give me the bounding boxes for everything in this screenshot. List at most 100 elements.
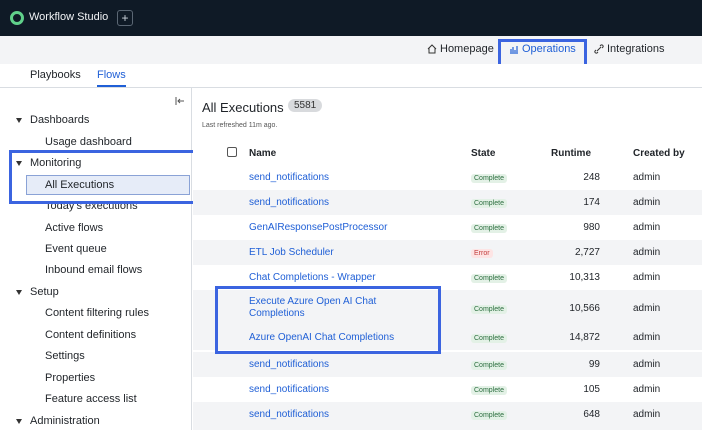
sidebar-item-usage-dashboard[interactable]: Usage dashboard	[45, 136, 132, 148]
count-badge: 5581	[288, 99, 323, 112]
nav-integrations-label: Integrations	[607, 43, 665, 55]
row-runtime: 10,566	[569, 303, 600, 314]
last-refreshed-text: Last refreshed 11m ago.	[202, 122, 278, 129]
nav-operations[interactable]: Operations	[509, 43, 576, 55]
select-all-checkbox[interactable]	[227, 147, 237, 157]
table-row[interactable]: ETL Job Scheduler Error 2,727 admin	[193, 240, 702, 265]
row-name-link[interactable]: Azure OpenAI Chat Completions	[249, 332, 394, 344]
sidebar-item-event-queue[interactable]: Event queue	[45, 243, 107, 255]
main-nav: Homepage Operations Integrations	[0, 36, 702, 64]
column-header-created-by[interactable]: Created by	[633, 148, 685, 159]
table-row[interactable]: send_notifications Complete 99 admin	[193, 352, 702, 377]
sidebar-item-active-flows[interactable]: Active flows	[45, 222, 103, 234]
row-created-by: admin	[633, 172, 661, 183]
status-badge: Complete	[471, 174, 507, 183]
row-name-link[interactable]: send_notifications	[249, 409, 329, 421]
row-created-by: admin	[633, 409, 661, 420]
tab-playbooks[interactable]: Playbooks	[30, 69, 81, 81]
sidebar-item-content-definitions[interactable]: Content definitions	[45, 329, 136, 341]
row-runtime: 248	[583, 172, 600, 183]
caret-down-icon	[16, 117, 22, 123]
status-badge: Complete	[471, 305, 507, 314]
table-row[interactable]: send_notifications Complete 248 admin	[193, 166, 702, 190]
table-row[interactable]: GenAIResponsePostProcessor Complete 980 …	[193, 215, 702, 240]
sidebar-item-todays-executions[interactable]: Today's executions	[45, 200, 138, 212]
new-tab-button[interactable]: +	[117, 10, 133, 26]
caret-down-icon	[16, 160, 22, 166]
row-runtime: 980	[583, 222, 600, 233]
status-badge: Error	[471, 249, 493, 258]
sidebar-section-monitoring[interactable]: Monitoring	[16, 157, 81, 169]
status-badge: Complete	[471, 386, 507, 395]
row-name-link[interactable]: GenAIResponsePostProcessor	[249, 222, 387, 234]
row-name-link[interactable]: send_notifications	[249, 359, 329, 371]
row-runtime: 105	[583, 384, 600, 395]
table-row[interactable]: Chat Completions - Wrapper Complete 10,3…	[193, 265, 702, 290]
tab-flows[interactable]: Flows	[97, 69, 126, 87]
top-bar: Workflow Studio +	[0, 0, 702, 36]
row-runtime: 2,727	[574, 247, 600, 258]
link-icon	[594, 44, 604, 54]
nav-integrations[interactable]: Integrations	[594, 43, 664, 55]
sidebar-section-label: Monitoring	[30, 157, 82, 169]
row-name-link[interactable]: send_notifications	[249, 384, 329, 396]
table-row[interactable]: send_notifications Complete 174 admin	[193, 190, 702, 215]
row-name-link[interactable]: ETL Job Scheduler	[249, 247, 334, 259]
row-name-link[interactable]: send_notifications	[249, 172, 329, 184]
page-title: All Executions	[202, 100, 284, 115]
status-badge: Complete	[471, 361, 507, 370]
row-created-by: admin	[633, 332, 661, 343]
chart-icon	[510, 46, 518, 54]
sidebar-section-dashboards[interactable]: Dashboards	[16, 114, 89, 126]
sidebar-section-label: Setup	[30, 286, 59, 298]
row-runtime: 648	[583, 409, 600, 420]
row-created-by: admin	[633, 303, 661, 314]
status-badge: Complete	[471, 224, 507, 233]
row-runtime: 174	[583, 197, 600, 208]
caret-down-icon	[16, 289, 22, 295]
column-header-state[interactable]: State	[471, 148, 495, 159]
row-created-by: admin	[633, 222, 661, 233]
sidebar-section-label: Administration	[30, 415, 100, 427]
status-badge: Complete	[471, 274, 507, 283]
nav-homepage[interactable]: Homepage	[427, 43, 494, 55]
sidebar-section-label: Dashboards	[30, 114, 90, 126]
table-row[interactable]: send_notifications Complete 105 admin	[193, 377, 702, 402]
row-created-by: admin	[633, 197, 661, 208]
sidebar-section-administration[interactable]: Administration	[16, 415, 100, 427]
app-title: Workflow Studio	[29, 11, 109, 23]
row-created-by: admin	[633, 359, 661, 370]
nav-operations-label: Operations	[522, 43, 576, 55]
column-header-name[interactable]: Name	[249, 148, 276, 159]
row-runtime: 10,313	[569, 272, 600, 283]
row-runtime: 14,872	[569, 332, 600, 343]
row-name-link[interactable]: Execute Azure Open AI Chat Completions	[249, 296, 409, 320]
sidebar-item-properties[interactable]: Properties	[45, 372, 95, 384]
table-row[interactable]: send_notifications Complete 648 admin	[193, 402, 702, 430]
row-created-by: admin	[633, 272, 661, 283]
sidebar-item-inbound-email-flows[interactable]: Inbound email flows	[45, 264, 142, 276]
sidebar: Dashboards Usage dashboard Monitoring Al…	[0, 88, 192, 430]
sub-tabs: Playbooks Flows	[0, 64, 702, 88]
collapse-sidebar-icon[interactable]	[175, 96, 185, 106]
sidebar-item-content-filtering-rules[interactable]: Content filtering rules	[45, 307, 149, 319]
sidebar-item-all-executions[interactable]: All Executions	[45, 179, 114, 191]
row-runtime: 99	[588, 359, 600, 370]
caret-down-icon	[16, 418, 22, 424]
status-badge: Complete	[471, 334, 507, 343]
row-name-link[interactable]: send_notifications	[249, 197, 329, 209]
status-badge: Complete	[471, 199, 507, 208]
table-row[interactable]: Execute Azure Open AI Chat Completions C…	[193, 290, 702, 326]
row-name-link[interactable]: Chat Completions - Wrapper	[249, 272, 376, 284]
sidebar-section-setup[interactable]: Setup	[16, 286, 59, 298]
table-row[interactable]: Azure OpenAI Chat Completions Complete 1…	[193, 326, 702, 350]
row-created-by: admin	[633, 384, 661, 395]
status-badge: Complete	[471, 411, 507, 420]
table-header: Name State Runtime Created by	[193, 142, 702, 166]
sidebar-item-settings[interactable]: Settings	[45, 350, 85, 362]
sidebar-item-feature-access-list[interactable]: Feature access list	[45, 393, 137, 405]
row-created-by: admin	[633, 247, 661, 258]
column-header-runtime[interactable]: Runtime	[551, 148, 591, 159]
nav-homepage-label: Homepage	[440, 43, 494, 55]
main-content: All Executions 5581 Last refreshed 11m a…	[193, 88, 702, 430]
